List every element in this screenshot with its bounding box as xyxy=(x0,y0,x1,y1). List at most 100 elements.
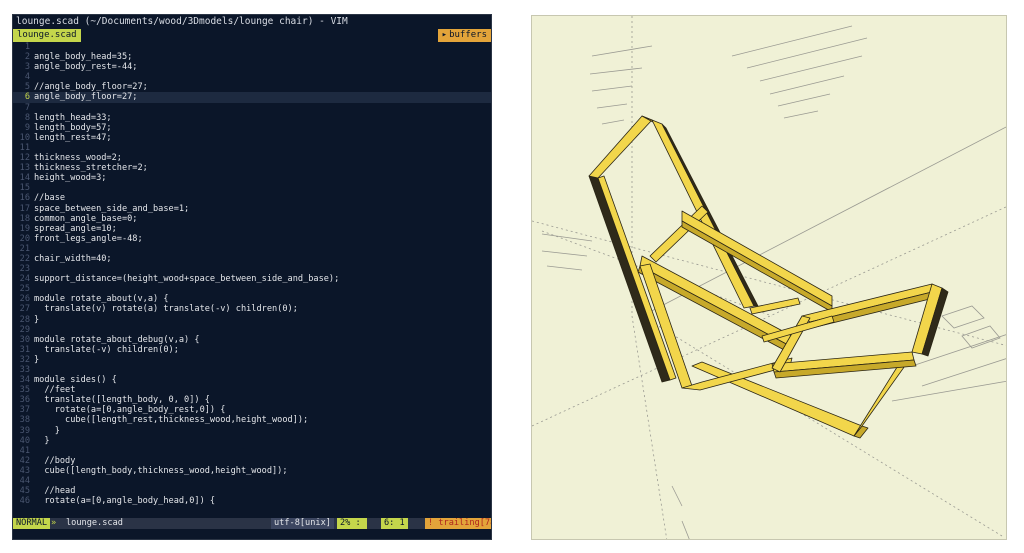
code-text: } xyxy=(34,354,40,365)
line-number: 23 xyxy=(19,264,30,275)
scale-ticks-right xyxy=(541,233,1006,539)
line-number: 22 xyxy=(19,253,30,264)
code-line[interactable]: 38 cube([length_rest,thickness_wood,heig… xyxy=(13,415,491,425)
code-text: //body xyxy=(34,455,76,466)
code-line[interactable]: 8 length_head=33; xyxy=(13,113,491,123)
code-line[interactable]: 36 translate([length_body, 0, 0]) { xyxy=(13,395,491,405)
line-number: 28 xyxy=(19,314,30,325)
code-line[interactable]: 18 common_angle_base=0; xyxy=(13,214,491,224)
code-line[interactable]: 4 xyxy=(13,72,491,82)
code-text: angle_body_rest=-44; xyxy=(34,62,138,73)
code-line[interactable]: 15 xyxy=(13,183,491,193)
code-line[interactable]: 41 xyxy=(13,446,491,456)
mode-indicator: NORMAL xyxy=(13,518,51,529)
code-line[interactable]: 6 angle_body_floor=27; xyxy=(13,92,491,103)
code-line[interactable]: 25 xyxy=(13,284,491,294)
code-line[interactable]: 17 space_between_side_and_base=1; xyxy=(13,204,491,214)
code-text: front_legs_angle=-48; xyxy=(34,233,143,244)
statusline-filename: lounge.scad xyxy=(66,518,123,528)
code-line[interactable]: 24 support_distance=(height_wood+space_be… xyxy=(13,274,491,284)
code-line[interactable]: 10 length_rest=47; xyxy=(13,133,491,143)
code-line[interactable]: 22 chair_width=40; xyxy=(13,254,491,264)
code-line[interactable]: 45 //head xyxy=(13,486,491,496)
line-number: 10 xyxy=(19,132,30,143)
code-line[interactable]: 14 height_wood=3; xyxy=(13,173,491,183)
code-line[interactable]: 7 xyxy=(13,103,491,113)
line-number: 14 xyxy=(19,173,30,184)
code-line[interactable]: 30 module rotate_about_debug(v,a) { xyxy=(13,335,491,345)
code-line[interactable]: 20 front_legs_angle=-48; xyxy=(13,234,491,244)
buffers-indicator[interactable]: ▸ buffers xyxy=(437,29,491,42)
code-line[interactable]: 23 xyxy=(13,264,491,274)
code-line[interactable]: 3 angle_body_rest=-44; xyxy=(13,62,491,72)
code-line[interactable]: 19 spread_angle=10; xyxy=(13,224,491,234)
line-number: 46 xyxy=(19,496,30,507)
code-line[interactable]: 16 //base xyxy=(13,193,491,203)
code-text: module rotate_about_debug(v,a) { xyxy=(34,334,200,345)
code-line[interactable]: 32} xyxy=(13,355,491,365)
code-line[interactable]: 5 //angle_body_floor=27; xyxy=(13,82,491,92)
code-line[interactable]: 35 //feet xyxy=(13,385,491,395)
line-number: 16 xyxy=(19,193,30,204)
code-line[interactable]: 42 //body xyxy=(13,456,491,466)
line-number: 40 xyxy=(19,435,30,446)
code-text: } xyxy=(34,425,60,436)
code-line[interactable]: 12 thickness_wood=2; xyxy=(13,153,491,163)
cursor-position: 6: 1 xyxy=(381,518,408,529)
code-line[interactable]: 13 thickness_stretcher=2; xyxy=(13,163,491,173)
code-text: thickness_stretcher=2; xyxy=(34,163,148,174)
code-line[interactable]: 43 cube([length_body,thickness_wood,heig… xyxy=(13,466,491,476)
code-line[interactable]: 28} xyxy=(13,315,491,325)
line-number: 34 xyxy=(19,375,30,386)
viewport-canvas xyxy=(532,16,1006,539)
line-number: 20 xyxy=(19,233,30,244)
line-number: 17 xyxy=(19,203,30,214)
code-text: module rotate_about(v,a) { xyxy=(34,294,169,305)
line-number: 3 xyxy=(24,62,30,73)
line-number: 4 xyxy=(24,72,30,83)
code-line[interactable]: 21 xyxy=(13,244,491,254)
line-number: 5 xyxy=(24,82,30,93)
code-text: length_body=57; xyxy=(34,122,112,133)
code-line[interactable]: 31 translate(-v) children(0); xyxy=(13,345,491,355)
line-number: 41 xyxy=(19,445,30,456)
tab-lounge-scad[interactable]: lounge.scad xyxy=(13,29,81,42)
code-text: translate([length_body, 0, 0]) { xyxy=(34,395,210,406)
code-line[interactable]: 33 xyxy=(13,365,491,375)
vim-window-title: lounge.scad (~/Documents/wood/3Dmodels/l… xyxy=(13,15,491,29)
code-text: cube([length_body,thickness_wood,height_… xyxy=(34,465,288,476)
code-text: translate(-v) children(0); xyxy=(34,344,179,355)
line-number: 24 xyxy=(19,274,30,285)
vim-window: lounge.scad (~/Documents/wood/3Dmodels/l… xyxy=(12,14,492,540)
code-line[interactable]: 39 } xyxy=(13,426,491,436)
code-text: } xyxy=(34,435,50,446)
code-text: module sides() { xyxy=(34,375,117,386)
code-line[interactable]: 29 xyxy=(13,325,491,335)
line-number: 30 xyxy=(19,334,30,345)
code-line[interactable]: 1 xyxy=(13,42,491,52)
line-number: 29 xyxy=(19,324,30,335)
line-number: 27 xyxy=(19,304,30,315)
code-text: length_rest=47; xyxy=(34,132,112,143)
line-number: 32 xyxy=(19,354,30,365)
file-encoding: utf-8[unix] xyxy=(271,518,334,529)
code-line[interactable]: 40 } xyxy=(13,436,491,446)
code-text: length_head=33; xyxy=(34,112,112,123)
code-text: //base xyxy=(34,193,66,204)
line-number: 21 xyxy=(19,243,30,254)
code-line[interactable]: 11 xyxy=(13,143,491,153)
code-line[interactable]: 26 module rotate_about(v,a) { xyxy=(13,294,491,304)
code-line[interactable]: 9 length_body=57; xyxy=(13,123,491,133)
code-line[interactable]: 2 angle_body_head=35; xyxy=(13,52,491,62)
openscad-3d-viewport[interactable] xyxy=(531,15,1007,540)
code-line[interactable]: 27 translate(v) rotate(a) translate(-v) … xyxy=(13,304,491,314)
code-text: spread_angle=10; xyxy=(34,223,117,234)
code-line[interactable]: 34 module sides() { xyxy=(13,375,491,385)
scroll-percent: 2% : xyxy=(337,518,367,529)
code-line[interactable]: 37 rotate(a=[0,angle_body_rest,0]) { xyxy=(13,405,491,415)
line-number: 1 xyxy=(24,42,30,52)
code-text: thickness_wood=2; xyxy=(34,153,122,164)
code-line[interactable]: 46 rotate(a=[0,angle_body_head,0]) { xyxy=(13,496,491,506)
code-line[interactable]: 44 xyxy=(13,476,491,486)
code-editor[interactable]: 1 2 angle_body_head=35; 3 angle_body_rest=-4… xyxy=(13,42,491,518)
